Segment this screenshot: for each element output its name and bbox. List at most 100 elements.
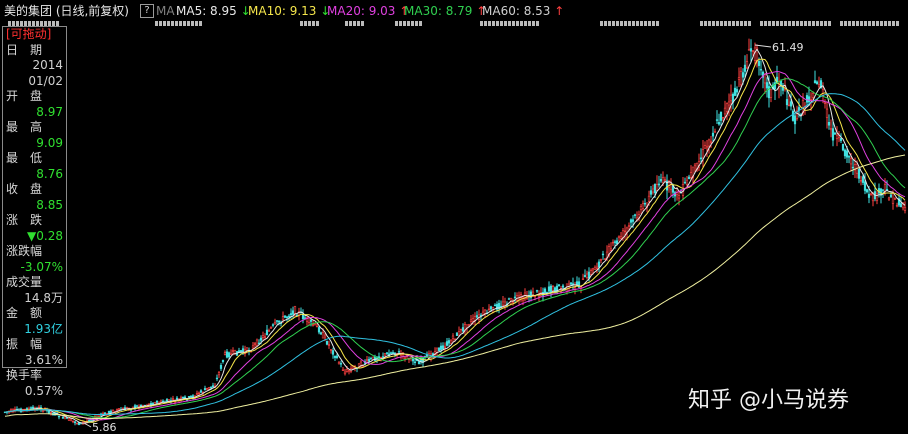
- info-value: 8.76: [36, 166, 63, 181]
- indicator-dot: [716, 21, 719, 26]
- candle-body: [747, 49, 751, 51]
- candle-body: [251, 345, 255, 349]
- candle-body: [165, 399, 169, 402]
- candle-body: [441, 345, 445, 350]
- info-value: 1.93亿: [24, 321, 63, 336]
- indicator-dot: [872, 21, 875, 26]
- info-label: 最 低: [6, 151, 43, 165]
- candle-body: [219, 364, 223, 369]
- candle-body: [255, 339, 259, 347]
- candle-body: [827, 121, 831, 126]
- candle-body: [735, 89, 739, 93]
- candle-body: [489, 306, 493, 310]
- candle-body: [107, 410, 111, 414]
- candlestick-chart[interactable]: 61.49 5.86: [0, 0, 908, 434]
- indicator-dot: [316, 21, 319, 26]
- indicator-dot: [772, 21, 775, 26]
- candle-body: [805, 95, 809, 103]
- candle-body: [41, 410, 45, 412]
- candle-body: [723, 107, 727, 115]
- candle-body: [181, 396, 185, 399]
- candles-layer: [3, 38, 907, 426]
- info-label: 成交量: [6, 275, 43, 289]
- info-value: 8.85: [36, 197, 63, 212]
- candle-body: [115, 409, 119, 411]
- candle-body: [229, 352, 233, 355]
- indicator-dot: [532, 21, 535, 26]
- indicator-dot: [628, 21, 631, 26]
- candle-body: [275, 320, 279, 322]
- indicator-dot: [353, 21, 356, 26]
- indicator-dot: [744, 21, 747, 26]
- candle-body: [647, 195, 651, 202]
- info-row-label: 最 低: [3, 151, 66, 167]
- candle-body: [609, 248, 613, 251]
- indicator-dot: [812, 21, 815, 26]
- candle-body: [839, 138, 843, 141]
- info-row-value: -3.07%: [3, 260, 66, 276]
- candle-body: [501, 301, 505, 306]
- info-label: 开 盘: [6, 89, 43, 103]
- candle-body: [341, 369, 345, 371]
- candle-body: [859, 180, 863, 182]
- info-row-label: 金 额: [3, 306, 66, 322]
- indicator-dot: [608, 21, 611, 26]
- indicator-dot: [195, 21, 198, 26]
- candle-body: [715, 119, 719, 121]
- candle-body: [347, 370, 351, 372]
- candle-body: [175, 397, 179, 400]
- indicator-dot: [856, 21, 859, 26]
- indicator-dot: [736, 21, 739, 26]
- info-row-label: 换手率: [3, 368, 66, 384]
- indicator-dot: [796, 21, 799, 26]
- ma-line: [4, 78, 906, 419]
- candle-body: [653, 184, 657, 193]
- indicator-dot: [508, 21, 511, 26]
- draggable-tag[interactable]: [可拖动]: [6, 27, 51, 43]
- indicator-dot: [512, 21, 515, 26]
- candle-body: [687, 176, 691, 180]
- candle-body: [461, 327, 465, 332]
- help-icon[interactable]: ?: [140, 4, 154, 18]
- candle-body: [825, 108, 829, 118]
- candle-body: [327, 344, 331, 346]
- info-row-label: 收 盘: [3, 182, 66, 198]
- indicator-dot: [620, 21, 623, 26]
- candle-body: [829, 128, 833, 131]
- indicator-dot: [500, 21, 503, 26]
- candle-body: [881, 189, 885, 191]
- candle-body: [785, 99, 789, 106]
- price-low-label: 5.86: [92, 421, 117, 434]
- indicator-dot: [361, 21, 364, 26]
- candle-body: [725, 103, 729, 112]
- info-row-label: 涨 跌: [3, 213, 66, 229]
- candle-body: [309, 319, 313, 322]
- indicator-dot: [357, 21, 360, 26]
- candle-body: [455, 332, 459, 336]
- candle-body: [351, 366, 355, 370]
- candle-body: [683, 181, 687, 184]
- candle-body: [513, 296, 517, 299]
- info-panel[interactable]: [可拖动] 日 期 2014 01/02 开 盘 8.97 最 高 9.09 最 低 8.76 收…: [2, 26, 67, 398]
- candle-body: [689, 172, 693, 178]
- candle-body: [285, 316, 289, 319]
- indicator-dot: [155, 21, 158, 26]
- indicator-dot: [171, 21, 174, 26]
- candle-body: [331, 350, 335, 355]
- candle-body: [779, 80, 783, 86]
- indicator-dot: [308, 21, 311, 26]
- candle-body: [61, 417, 65, 419]
- candle-body: [835, 134, 839, 140]
- indicator-dot: [644, 21, 647, 26]
- candle-body: [147, 403, 151, 405]
- candle-body: [663, 179, 667, 181]
- info-row-label: 涨跌幅: [3, 244, 66, 260]
- candle-body: [719, 111, 723, 121]
- candle-body: [729, 94, 733, 102]
- indicator-dot: [345, 21, 348, 26]
- candle-body: [215, 377, 219, 380]
- candle-body: [57, 415, 61, 418]
- candle-body: [741, 72, 745, 78]
- candle-body: [557, 284, 561, 287]
- indicator-dot: [300, 21, 303, 26]
